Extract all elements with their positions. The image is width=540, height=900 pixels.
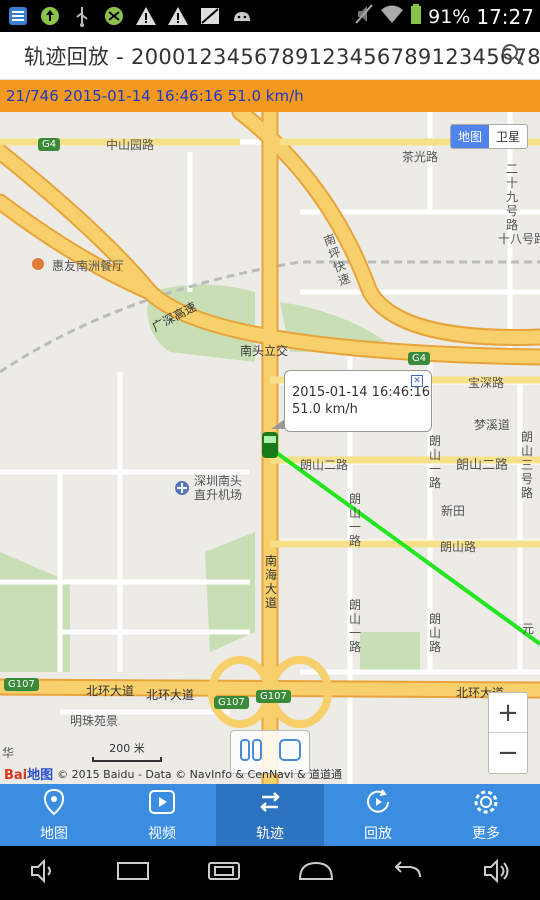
nav-map[interactable]: 地图 [0, 784, 108, 846]
scale-label: 200 米 [109, 742, 145, 755]
nav-video-label: 视频 [148, 825, 176, 842]
replay-icon [364, 788, 392, 820]
title-bar: 轨迹回放 - 2000123456789123456789123456789 [0, 32, 540, 80]
zoom-out-button[interactable]: − [489, 733, 527, 773]
back-icon[interactable] [390, 857, 426, 889]
road-label: 梦溪道 [474, 418, 511, 432]
track-icon [256, 788, 284, 820]
volume-up-icon[interactable] [481, 857, 513, 889]
zoom-control: + − [488, 692, 528, 774]
map-type-switch: 地图 卫星 [449, 124, 528, 149]
highway-shield: G107 [214, 696, 249, 709]
video-icon [148, 788, 176, 820]
highway-shield: G4 [408, 352, 431, 365]
mute-icon [354, 3, 374, 30]
nav-more-label: 更多 [472, 825, 500, 842]
map-scale: 200 米 [92, 740, 162, 762]
map-view[interactable]: 中山园路 茶光路 南头立交 广深高速 惠友南洲餐厅 宝深路 梦溪道 朗山二路 朗… [0, 112, 540, 784]
park-area [360, 632, 420, 672]
page-title: 轨迹回放 - 2000123456789123456789123456789 [24, 44, 540, 69]
nav-video[interactable]: 视频 [108, 784, 216, 846]
map-type-satellite[interactable]: 卫星 [488, 125, 527, 148]
android-icon [230, 4, 254, 28]
usb-icon [70, 4, 94, 28]
highway-shield: G107 [256, 690, 291, 703]
image-icon [198, 4, 222, 28]
nav-track-label: 轨迹 [256, 825, 284, 842]
battery-level: 91% [428, 5, 471, 28]
playback-info: 21/746 2015-01-14 16:46:16 51.0 km/h [6, 87, 304, 105]
poi-label: 惠友南洲餐厅 [52, 259, 125, 273]
road-label: 朗山三号路 [520, 430, 533, 500]
upload-icon [38, 4, 62, 28]
playback-info-bar: 21/746 2015-01-14 16:46:16 51.0 km/h [0, 80, 540, 112]
highway-shield: G107 [4, 678, 39, 691]
road-label: 中山园路 [106, 138, 155, 152]
road-label: 南头立交 [240, 344, 289, 358]
map-type-map[interactable]: 地图 [450, 125, 489, 148]
road-label: 北环大道 [146, 688, 195, 702]
wifi-icon [380, 3, 404, 30]
stop-icon[interactable] [277, 737, 303, 767]
highway-shield: G4 [38, 138, 61, 151]
road-label: 朗山一路 [348, 598, 361, 654]
road-label: 二十九号路 [505, 162, 518, 232]
road-label: 茶光路 [402, 150, 439, 164]
scale-bar [92, 757, 162, 762]
road-label: 十八号路 [498, 232, 540, 246]
popup-tail [271, 419, 285, 429]
popup-speed: 51.0 km/h [292, 402, 358, 417]
poi-label: 深圳南头直升机场 [194, 474, 243, 502]
road-label: 元 [522, 622, 535, 636]
vehicle-marker [262, 432, 278, 458]
baidu-logo: Bai地图 [4, 764, 53, 783]
pause-icon[interactable] [238, 737, 264, 767]
close-icon[interactable]: ✕ [411, 375, 423, 387]
app-icon [6, 4, 30, 28]
road-label: 新田 [441, 504, 466, 518]
location-icon [41, 788, 67, 820]
recent-apps-icon[interactable] [206, 857, 242, 889]
nav-more[interactable]: 更多 [432, 784, 540, 846]
position-popup: ✕ 2015-01-14 16:46:16 51.0 km/h [271, 370, 432, 432]
road-label: 朗山路 [440, 540, 477, 554]
bottom-nav: 地图 视频 轨迹 回放 更多 [0, 784, 540, 846]
screenshot-icon[interactable] [115, 857, 151, 889]
road-label: 朗山二路 [456, 458, 509, 473]
copyright-text: © 2015 Baidu - Data © NavInfo & CenNavi … [57, 767, 343, 781]
baidu-logo-map: 地图 [27, 768, 54, 783]
battery-icon [410, 3, 422, 30]
gear-icon [472, 788, 500, 820]
zoom-in-button[interactable]: + [489, 693, 527, 733]
warning-icon [134, 4, 158, 28]
road-label: 宝深路 [468, 376, 505, 390]
road-label: 朗山一路 [348, 492, 361, 548]
poi-label: 华 [2, 746, 15, 760]
status-bar: 91% 17:27 [0, 0, 540, 32]
download-icon [102, 4, 126, 28]
road-label: 北环大道 [86, 684, 135, 698]
clock: 17:27 [476, 4, 534, 29]
system-nav-bar [0, 846, 540, 900]
volume-down-icon[interactable] [28, 857, 60, 889]
road-label: 朗山二路 [300, 458, 349, 472]
poi-label: 明珠苑景 [70, 714, 119, 728]
road-label: 南海大道 [264, 554, 277, 610]
map-copyright: Bai地图 © 2015 Baidu - Data © NavInfo & Ce… [4, 764, 343, 784]
nav-replay-label: 回放 [364, 825, 392, 842]
road-label: 朗山路 [428, 612, 441, 654]
baidu-logo-text: Bai [4, 768, 28, 783]
nav-replay[interactable]: 回放 [324, 784, 432, 846]
restaurant-marker [32, 258, 44, 270]
road-label: 朗山一路 [428, 434, 441, 490]
search-icon[interactable] [500, 42, 526, 72]
nav-map-label: 地图 [40, 825, 68, 842]
home-icon[interactable] [297, 857, 335, 889]
nav-track[interactable]: 轨迹 [216, 784, 324, 846]
warning-icon [166, 4, 190, 28]
